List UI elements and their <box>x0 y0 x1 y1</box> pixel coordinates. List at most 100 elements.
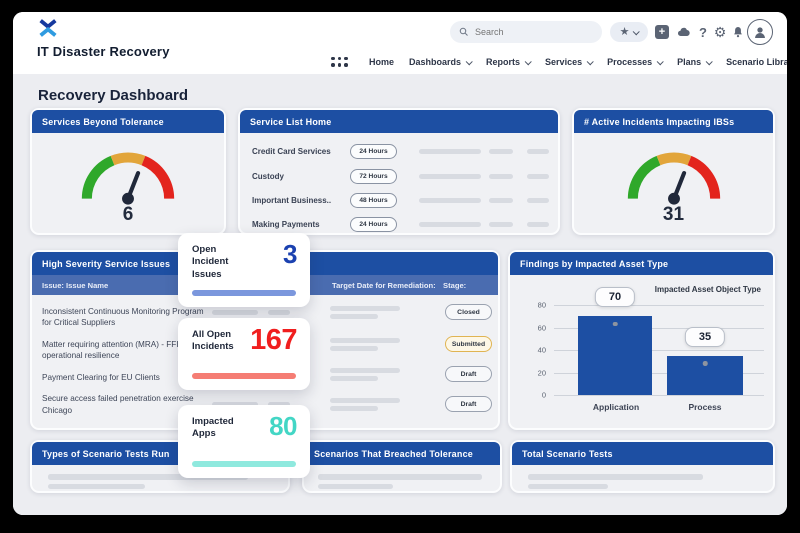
card-header: Scenarios That Breached Tolerance <box>304 442 500 465</box>
placeholder-bar <box>268 310 290 315</box>
rto-pill[interactable]: 24 Hours <box>350 143 397 159</box>
placeholder-bar <box>489 222 513 227</box>
nav-item-processes[interactable]: Processes <box>607 57 664 67</box>
account-avatar[interactable] <box>747 19 773 45</box>
placeholder-bar <box>330 338 400 343</box>
card-active-incidents: # Active Incidents Impacting IBSs 31 <box>572 108 775 235</box>
placeholder-bar <box>528 474 703 480</box>
column-stage: Stage: <box>443 280 467 290</box>
service-name: Credit Card Services <box>252 146 331 156</box>
app-switcher-icon[interactable] <box>331 56 348 68</box>
service-row: Making Payments 24 Hours <box>252 216 550 232</box>
kpi-impacted-apps[interactable]: Impacted Apps 80 <box>178 405 310 478</box>
kpi-label: Open Incident Issues <box>192 244 229 280</box>
page-title: Recovery Dashboard <box>38 87 189 104</box>
favorites-menu-button[interactable]: ★ <box>610 22 648 42</box>
placeholder-bar <box>330 398 400 403</box>
placeholder-bar <box>330 368 400 373</box>
rto-pill[interactable]: 24 Hours <box>350 216 397 232</box>
placeholder-bar <box>330 406 378 411</box>
settings-button[interactable]: ⚙ <box>711 23 729 41</box>
gauge-arc <box>81 152 175 205</box>
nav-item-home[interactable]: Home <box>369 57 394 67</box>
gauge-arc <box>627 152 720 205</box>
service-name: Important Business.. <box>252 195 332 205</box>
chevron-down-icon <box>586 57 594 65</box>
plus-icon: + <box>655 25 669 39</box>
placeholder-bar <box>528 484 608 489</box>
stage-pill-draft[interactable]: Draft <box>445 366 492 382</box>
x-axis-label-process: Process <box>688 402 722 412</box>
card-scenarios-breached-tolerance: Scenarios That Breached Tolerance <box>302 440 502 493</box>
service-row: Credit Card Services 24 Hours <box>252 143 550 159</box>
kpi-value: 3 <box>283 239 297 269</box>
screen-background: IT Disaster Recovery ★ + <box>0 0 800 533</box>
kpi-open-incident-issues[interactable]: Open Incident Issues 3 <box>178 233 310 307</box>
help-button[interactable]: ? <box>694 23 712 41</box>
kpi-underline <box>192 290 296 296</box>
bar-application[interactable] <box>578 316 652 395</box>
card-header: Total Scenario Tests <box>512 442 773 465</box>
placeholder-bar <box>419 149 481 154</box>
service-name: Custody <box>252 171 284 181</box>
placeholder-bar <box>527 198 549 203</box>
app-logo-icon <box>39 19 57 37</box>
placeholder-bar <box>318 484 393 489</box>
placeholder-bar <box>489 149 513 154</box>
gear-icon: ⚙ <box>713 24 727 40</box>
person-icon <box>755 27 765 38</box>
kpi-underline <box>192 373 296 379</box>
rto-pill[interactable]: 72 Hours <box>350 168 397 184</box>
placeholder-bar <box>318 474 482 480</box>
chevron-down-icon <box>656 57 664 65</box>
chevron-down-icon <box>465 57 473 65</box>
search-input[interactable] <box>475 27 585 37</box>
data-label-application: 70 <box>594 287 636 308</box>
y-axis-tick: 80 <box>537 300 546 310</box>
app-title: IT Disaster Recovery <box>37 44 170 59</box>
kpi-all-open-incidents[interactable]: All Open Incidents 167 <box>178 318 310 390</box>
stage-pill-submitted[interactable]: Submitted <box>445 336 492 352</box>
placeholder-bar <box>419 198 481 203</box>
gauge-services-beyond-tolerance: 6 <box>32 133 224 226</box>
chart-legend: Impacted Asset Object Type <box>654 285 761 294</box>
add-button[interactable]: + <box>653 23 671 41</box>
nav-item-dashboards[interactable]: Dashboards <box>409 57 473 67</box>
service-name: Making Payments <box>252 219 320 229</box>
y-axis-tick: 20 <box>537 368 546 377</box>
search-box[interactable] <box>450 21 602 43</box>
bell-icon <box>734 27 742 38</box>
nav-item-plans[interactable]: Plans <box>677 57 713 67</box>
y-axis-tick: 0 <box>541 390 546 400</box>
placeholder-bar <box>527 222 549 227</box>
callout-anchor-dot <box>612 321 618 327</box>
main-navigation: Home Dashboards Reports Services Process… <box>331 52 787 72</box>
placeholder-bar <box>212 310 258 315</box>
cloud-icon <box>677 27 690 36</box>
card-header: Service List Home <box>240 110 558 133</box>
star-icon: ★ <box>619 25 630 38</box>
bar-slot-application: 70 <box>578 287 652 395</box>
card-total-scenario-tests: Total Scenario Tests <box>510 440 775 493</box>
placeholder-bar <box>330 314 378 319</box>
stage-pill-draft[interactable]: Draft <box>445 396 492 412</box>
card-header: Services Beyond Tolerance <box>32 110 224 133</box>
placeholder-bar <box>527 149 549 154</box>
bar-slot-process: 35 <box>667 305 743 395</box>
placeholder-bar <box>527 174 549 179</box>
nav-item-scenario-library[interactable]: Scenario Library <box>726 57 787 67</box>
kpi-value: 167 <box>250 324 297 356</box>
notifications-button[interactable] <box>729 23 747 41</box>
gauge-value: 31 <box>662 204 685 225</box>
stage-pill-closed[interactable]: Closed <box>445 304 492 320</box>
nav-item-reports[interactable]: Reports <box>486 57 532 67</box>
gauge-active-incidents: 31 <box>574 133 773 226</box>
service-row: Important Business.. 48 Hours <box>252 192 550 208</box>
nav-item-services[interactable]: Services <box>545 57 594 67</box>
y-axis-tick: 40 <box>537 345 546 355</box>
rto-pill[interactable]: 48 Hours <box>350 192 397 208</box>
cloud-button[interactable] <box>674 23 692 41</box>
app-window: IT Disaster Recovery ★ + <box>13 12 787 515</box>
placeholder-bar <box>330 376 378 381</box>
question-mark-icon: ? <box>699 24 707 40</box>
